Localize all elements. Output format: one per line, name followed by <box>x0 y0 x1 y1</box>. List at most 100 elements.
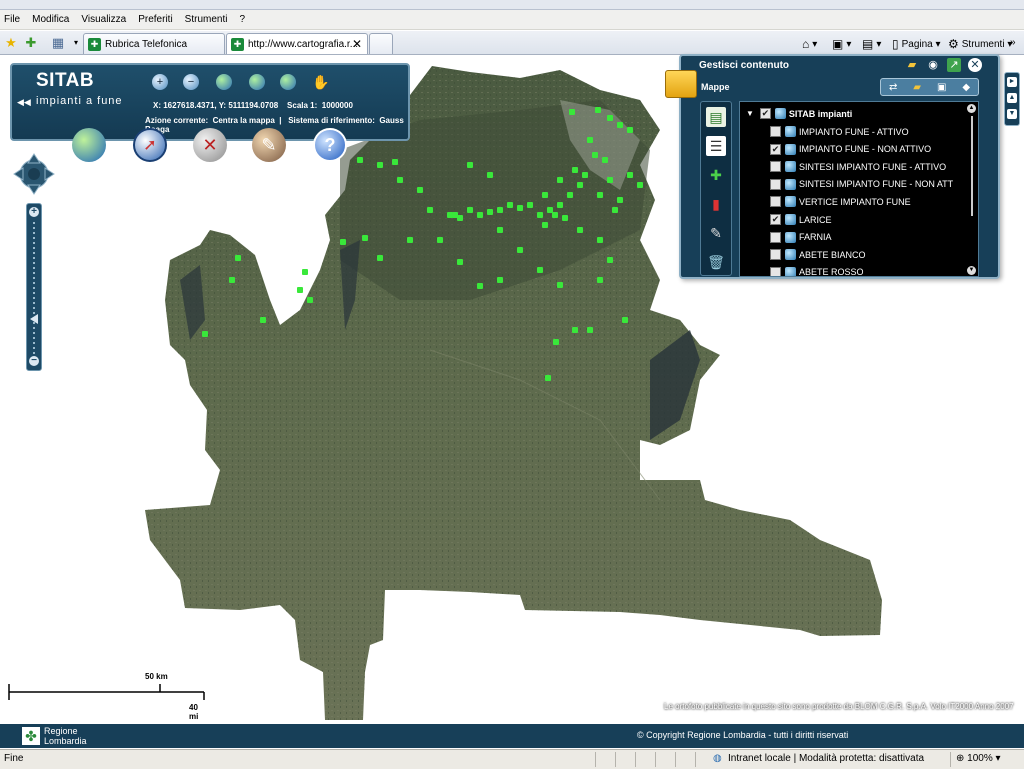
tab-cartografia[interactable]: ✚ http://www.cartografia.r... ✕ <box>226 33 368 54</box>
folder-open-icon[interactable]: ▰ <box>913 82 921 93</box>
menu-preferiti[interactable]: Preferiti <box>138 14 172 25</box>
add-favorite-icon[interactable]: ✚ <box>23 35 39 51</box>
cable-car-marker[interactable] <box>582 172 588 178</box>
cable-car-marker[interactable] <box>587 327 593 333</box>
layer-checkbox[interactable] <box>770 249 781 261</box>
page-menu[interactable]: ▯ Pagina ▾ <box>892 37 941 51</box>
cable-car-marker[interactable] <box>627 172 633 178</box>
cable-car-marker[interactable] <box>229 277 235 283</box>
cable-car-marker[interactable] <box>622 317 628 323</box>
connect-icon[interactable]: ⇄ <box>889 82 897 93</box>
cable-car-marker[interactable] <box>527 202 533 208</box>
scroll-down-icon[interactable]: ▼ <box>967 266 976 275</box>
cable-car-marker[interactable] <box>407 237 413 243</box>
globe-back-icon[interactable] <box>249 74 265 90</box>
zoom-out-icon[interactable]: − <box>183 74 199 90</box>
cable-car-marker[interactable] <box>507 202 513 208</box>
cable-car-marker[interactable] <box>357 157 363 163</box>
chevron-up-icon[interactable]: ▲ <box>1007 93 1017 103</box>
chevron-right-icon[interactable]: ► <box>1007 77 1017 87</box>
cable-car-marker[interactable] <box>517 205 523 211</box>
security-zone[interactable]: Intranet locale | Modalità protetta: dis… <box>728 753 924 764</box>
cable-car-marker[interactable] <box>452 212 458 218</box>
layer-item[interactable]: ✔ IMPIANTO FUNE - NON ATTIVO <box>770 141 931 158</box>
cable-car-marker[interactable] <box>235 255 241 261</box>
cable-car-marker[interactable] <box>577 182 583 188</box>
layer-checkbox[interactable]: ✔ <box>770 214 781 225</box>
zoom-in-icon[interactable]: + <box>152 74 168 90</box>
layer-item[interactable]: FARNIA <box>770 229 832 246</box>
layer-item[interactable]: ABETE BIANCO <box>770 246 866 263</box>
cable-car-marker[interactable] <box>592 152 598 158</box>
cable-car-marker[interactable] <box>537 212 543 218</box>
cable-car-marker[interactable] <box>545 375 551 381</box>
eraser-icon[interactable]: ◆ <box>962 82 970 93</box>
cable-car-marker[interactable] <box>517 247 523 253</box>
collapse-panel-icon[interactable]: ◀◀ <box>17 97 31 108</box>
cable-car-marker[interactable] <box>637 182 643 188</box>
cable-car-marker[interactable] <box>397 177 403 183</box>
cable-car-marker[interactable] <box>607 115 613 121</box>
save-icon[interactable]: ▣ <box>937 82 946 93</box>
world-icon[interactable] <box>72 128 106 162</box>
feeds-button[interactable]: ▣ ▾ <box>832 37 851 51</box>
home-button[interactable]: ⌂ ▾ <box>802 37 817 51</box>
menu-modifica[interactable]: Modifica <box>32 14 69 25</box>
open-folder-icon[interactable]: ▰ <box>905 58 919 72</box>
cable-car-marker[interactable] <box>497 277 503 283</box>
print-button[interactable]: ▤ ▾ <box>862 37 881 51</box>
scroll-track[interactable] <box>971 116 973 216</box>
cable-car-marker[interactable] <box>437 237 443 243</box>
hand-icon[interactable]: ✋ <box>312 74 329 90</box>
cable-car-marker[interactable] <box>607 257 613 263</box>
identify-icon[interactable]: ✎ <box>252 128 286 162</box>
tools-menu[interactable]: ⚙ Strumenti ▾ <box>948 37 1012 51</box>
zoom-slider[interactable]: + − <box>26 203 42 371</box>
zoom-minus-icon[interactable]: − <box>29 356 39 366</box>
zoom-plus-icon[interactable]: + <box>29 207 39 217</box>
cable-car-marker[interactable] <box>542 192 548 198</box>
layer-item[interactable]: SINTESI IMPIANTO FUNE - ATTIVO <box>770 158 946 175</box>
layer-checkbox[interactable]: ✔ <box>759 108 771 119</box>
zoom-track[interactable] <box>33 222 35 354</box>
cable-car-marker[interactable] <box>377 162 383 168</box>
cable-car-marker[interactable] <box>307 297 313 303</box>
collapse-arrow-icon[interactable]: ▼ <box>746 109 754 118</box>
measure-icon[interactable]: ✕ <box>193 128 227 162</box>
menu-strumenti[interactable]: Strumenti <box>185 14 228 25</box>
add-layer-icon[interactable]: ✚ <box>706 165 726 185</box>
cable-car-marker[interactable] <box>497 227 503 233</box>
layer-item[interactable]: VERTICE IMPIANTO FUNE <box>770 193 911 210</box>
cable-car-marker[interactable] <box>467 207 473 213</box>
cable-car-marker[interactable] <box>597 277 603 283</box>
cable-car-marker[interactable] <box>577 227 583 233</box>
close-tab-icon[interactable]: ✕ <box>352 37 362 51</box>
cable-car-marker[interactable] <box>487 209 493 215</box>
expand-panel-icon[interactable]: ↗ <box>947 58 961 72</box>
layer-list-icon[interactable]: ☰ <box>706 136 726 156</box>
cable-car-marker[interactable] <box>542 222 548 228</box>
zoom-level[interactable]: ⊕ 100% ▾ <box>956 753 1001 764</box>
cable-car-marker[interactable] <box>457 259 463 265</box>
cable-car-marker[interactable] <box>567 192 573 198</box>
cable-car-marker[interactable] <box>487 172 493 178</box>
layer-checkbox[interactable] <box>770 231 781 243</box>
cable-car-marker[interactable] <box>477 283 483 289</box>
menu-visualizza[interactable]: Visualizza <box>81 14 126 25</box>
chevron-down-icon[interactable]: ▼ <box>1007 109 1017 119</box>
quick-tabs-icon[interactable]: ▦ <box>50 35 66 51</box>
cable-car-marker[interactable] <box>627 127 633 133</box>
chevron-more-icon[interactable]: » <box>1010 37 1016 48</box>
cable-car-marker[interactable] <box>587 137 593 143</box>
cable-car-marker[interactable] <box>260 317 266 323</box>
cable-car-marker[interactable] <box>557 202 563 208</box>
cable-car-marker[interactable] <box>302 269 308 275</box>
layer-item[interactable]: ✔ LARICE <box>770 211 832 228</box>
layer-item[interactable]: SINTESI IMPIANTO FUNE - NON ATT <box>770 176 953 193</box>
tab-list-dropdown-icon[interactable]: ▾ <box>68 35 84 51</box>
menu-file[interactable]: File <box>4 14 20 25</box>
cable-car-marker[interactable] <box>417 187 423 193</box>
cable-car-marker[interactable] <box>202 331 208 337</box>
add-document-icon[interactable]: ▮ <box>706 194 726 214</box>
layer-checkbox[interactable] <box>770 178 781 190</box>
